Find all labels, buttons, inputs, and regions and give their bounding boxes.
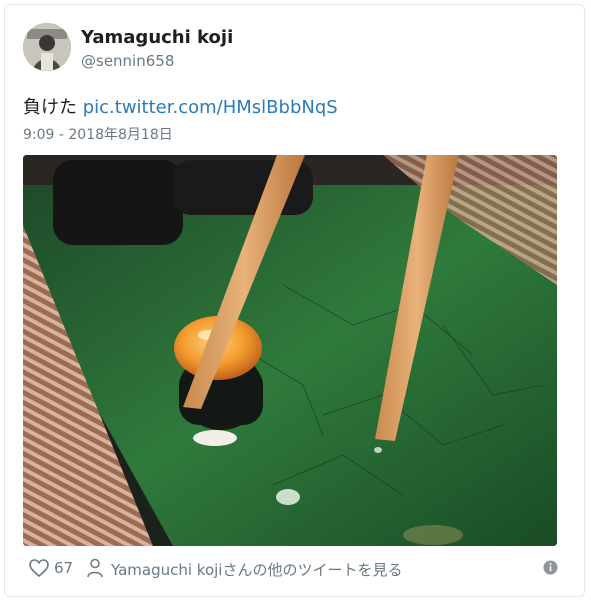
tweet-actions: 67 Yamaguchi kojiさんの他のツイートを見る xyxy=(23,556,558,582)
tweet-media-link[interactable]: pic.twitter.com/HMslBbbNqS xyxy=(83,97,338,118)
heart-icon[interactable] xyxy=(29,559,49,581)
like-count[interactable]: 67 xyxy=(54,559,73,577)
tweet-photo[interactable] xyxy=(23,155,557,546)
user-icon xyxy=(87,558,103,582)
avatar-image xyxy=(23,23,71,71)
tweet-text: 負けた pic.twitter.com/HMslBbbNqS xyxy=(23,93,338,119)
user-display-name[interactable]: Yamaguchi koji xyxy=(81,27,233,48)
tweet-body: 負けた xyxy=(23,97,77,118)
user-handle[interactable]: @sennin658 xyxy=(81,52,174,70)
info-icon[interactable] xyxy=(543,560,558,579)
avatar[interactable] xyxy=(23,23,71,71)
sushi-photo xyxy=(23,155,557,546)
tweet-timestamp[interactable]: 9:09 - 2018年8月18日 xyxy=(23,124,173,144)
more-tweets-link[interactable]: Yamaguchi kojiさんの他のツイートを見る xyxy=(111,559,402,580)
